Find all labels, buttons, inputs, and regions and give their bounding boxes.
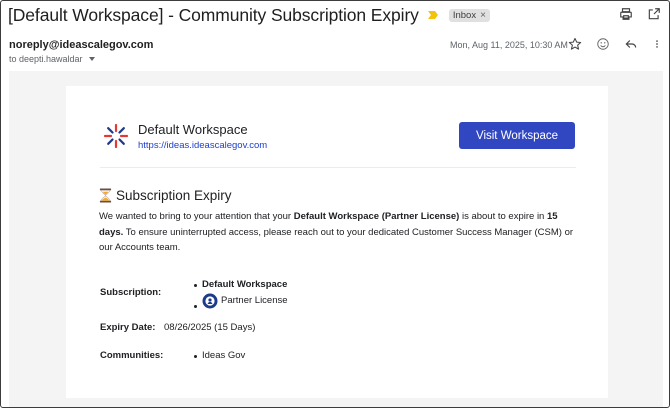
workspace-name: Default Workspace [138,122,248,137]
print-icon[interactable] [619,7,633,21]
community-item: Ideas Gov [202,350,246,361]
inbox-label-text: Inbox [452,9,477,21]
notice-paragraph: We wanted to bring to your attention tha… [99,209,577,256]
more-vert-icon[interactable] [652,37,662,51]
recipient-details-caret-icon[interactable] [88,57,95,61]
workspace-url-link[interactable]: https://ideas.ideascalegov.com [138,140,267,151]
message-actions [568,37,662,51]
recipient-line[interactable]: to deepti.hawaldar [9,54,95,64]
notice-heading: Subscription Expiry [99,188,232,203]
email-date: Mon, Aug 11, 2025, 10:30 AM [450,40,568,50]
hourglass-icon [99,188,112,203]
expiry-date-label: Expiry Date: [100,322,156,333]
workspace-logo-icon [103,123,129,149]
subject-row: [Default Workspace] - Community Subscrip… [8,4,490,26]
subscription-label: Subscription: [100,287,162,298]
reply-icon[interactable] [624,37,638,51]
visit-workspace-button[interactable]: Visit Workspace [459,122,575,149]
emoji-icon[interactable] [596,37,610,51]
expiry-date-value: 08/26/2025 (15 Days) [164,322,256,333]
list-bullet [194,355,197,358]
notice-workspace-highlight: Default Workspace (Partner License) [293,211,460,222]
list-bullet [194,305,197,308]
recipient-text: to deepti.hawaldar [9,54,83,64]
list-bullet [194,284,197,287]
notice-heading-text: Subscription Expiry [116,188,232,203]
subscription-item-license: Partner License [221,295,288,306]
card-divider [100,167,576,168]
subscription-item-workspace: Default Workspace [202,279,288,290]
partner-license-icon [202,293,218,309]
email-window: [Default Workspace] - Community Subscrip… [0,0,670,408]
top-actions [619,7,661,21]
importance-marker-icon[interactable] [427,9,439,21]
remove-label-icon[interactable]: × [480,10,486,21]
open-new-window-icon[interactable] [647,7,661,21]
inbox-label-chip[interactable]: Inbox × [448,8,490,22]
star-icon[interactable] [568,37,582,51]
sender-address: noreply@ideascalegov.com [9,39,154,51]
email-subject: [Default Workspace] - Community Subscrip… [8,4,419,25]
notice-text-part: is about to expire in [459,211,547,222]
notice-text-part: We wanted to bring to your attention tha… [99,211,294,222]
notice-text-part: To ensure uninterrupted access, please r… [99,226,574,254]
communities-label: Communities: [100,350,164,361]
